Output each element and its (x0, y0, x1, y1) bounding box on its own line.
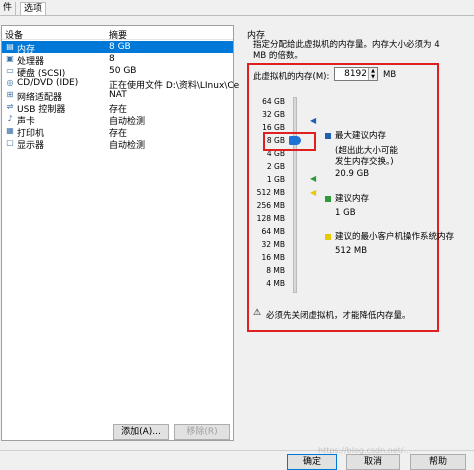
network-adapter-icon: ⊞ (6, 90, 14, 99)
memory-slider-track[interactable] (293, 97, 297, 293)
watermark: https://blog.csdn.net/... (318, 446, 412, 455)
recommended-value: 1 GB (335, 208, 356, 218)
memory-description: 指定分配给此虚拟机的内存量。内存大小必须为 4 MB 的倍数。 (253, 40, 440, 61)
cd-dvd-icon: ◎ (6, 78, 14, 87)
scale-label: 512 MB (256, 188, 285, 197)
max-recommended-swatch (325, 133, 331, 139)
device-name: 显示器 (17, 141, 45, 151)
device-summary: 自动检测 (109, 141, 146, 151)
help-button[interactable]: 帮助 (410, 454, 466, 470)
min-guest-title: 建议的最小客户机操作系统内存 (335, 232, 455, 242)
tab-options[interactable]: 选项 (20, 2, 47, 16)
hard-disk-icon: ▭ (6, 66, 14, 75)
device-row[interactable]: ⊞ 网络适配器 NAT (2, 89, 233, 103)
cancel-button[interactable]: 取消 (346, 454, 400, 470)
add-device-button[interactable]: 添加(A)... (113, 424, 169, 440)
column-header-summary[interactable]: 摘要 (109, 28, 127, 41)
warning-icon: ⚠ (253, 308, 262, 318)
usb-icon: ⇌ (6, 102, 14, 111)
memory-value-input[interactable]: 8192 (337, 69, 367, 79)
device-row[interactable]: ▣ 处理器 8 (2, 53, 233, 67)
scale-label: 16 GB (262, 123, 285, 132)
scale-label: 4 MB (266, 279, 285, 288)
device-summary: 50 GB (109, 66, 137, 76)
max-recommended-marker-icon: ◀ (310, 116, 317, 125)
minimum-marker-icon: ◀ (310, 188, 317, 197)
device-row[interactable]: ▤ 内存 8 GB (2, 41, 233, 55)
memory-unit: MB (383, 70, 397, 80)
device-summary: NAT (109, 90, 127, 100)
spin-buttons[interactable]: ▲ ▼ (368, 68, 377, 80)
device-row[interactable]: ⇌ USB 控制器 存在 (2, 101, 233, 115)
min-guest-swatch (325, 234, 331, 240)
printer-icon: ▦ (6, 126, 14, 135)
memory-label: 此虚拟机的内存(M): (253, 72, 330, 82)
display-icon: ▢ (6, 138, 14, 147)
min-guest-value: 512 MB (335, 246, 368, 256)
device-row[interactable]: ▦ 打印机 存在 (2, 125, 233, 139)
scale-label: 32 GB (262, 110, 285, 119)
device-row[interactable]: ♪ 声卡 自动检测 (2, 113, 233, 127)
scale-label: 32 MB (261, 240, 285, 249)
tab-hardware[interactable]: 件 (0, 2, 17, 16)
max-recommended-value: 20.9 GB (335, 169, 370, 179)
device-row[interactable]: ▭ 硬盘 (SCSI) 50 GB (2, 65, 233, 79)
processor-icon: ▣ (6, 54, 14, 63)
scale-label: 2 GB (266, 162, 285, 171)
remove-device-button[interactable]: 移除(R) (174, 424, 230, 440)
memory-icon: ▤ (6, 42, 14, 51)
recommended-title: 建议内存 (335, 194, 370, 204)
scale-label: 16 MB (261, 253, 285, 262)
device-list[interactable]: 设备 摘要 ▤ 内存 8 GB ▣ 处理器 8 ▭ 硬盘 (SCSI) 50 GB ◎ CD/DVD… (1, 25, 240, 441)
device-summary: 8 GB (109, 42, 131, 52)
scale-label: 64 GB (262, 97, 285, 106)
warning-text: 必须先关闭虚拟机，才能降低内存量。 (266, 311, 411, 321)
recommended-marker-icon: ◀ (310, 174, 317, 183)
ok-button[interactable]: 确定 (287, 454, 337, 470)
max-recommended-title: 最大建议内存 (335, 131, 387, 141)
device-name: CD/DVD (IDE) (17, 78, 79, 88)
sound-card-icon: ♪ (7, 114, 13, 123)
recommended-swatch (325, 196, 331, 202)
tab-divider (0, 15, 474, 16)
device-summary: 8 (109, 54, 115, 64)
device-list-header: 设备 摘要 (2, 26, 233, 41)
column-header-device[interactable]: 设备 (5, 28, 23, 41)
device-row[interactable]: ◎ CD/DVD (IDE) 正在使用文件 D:\资料\LInux\Ce (2, 77, 240, 91)
scale-label: 64 MB (261, 227, 285, 236)
thumb-highlight-box (263, 132, 316, 151)
scale-label: 1 GB (266, 175, 285, 184)
tab-bar (0, 0, 474, 16)
scale-label: 128 MB (256, 214, 285, 223)
scale-label: 256 MB (256, 201, 285, 210)
device-row[interactable]: ▢ 显示器 自动检测 (2, 137, 233, 151)
spin-down-icon[interactable]: ▼ (369, 74, 377, 80)
memory-spinbox[interactable]: 8192 ▲ ▼ (334, 67, 378, 81)
max-recommended-note: (超出此大小可能发生内存交换。) (335, 146, 398, 167)
scale-label: 8 MB (266, 266, 285, 275)
